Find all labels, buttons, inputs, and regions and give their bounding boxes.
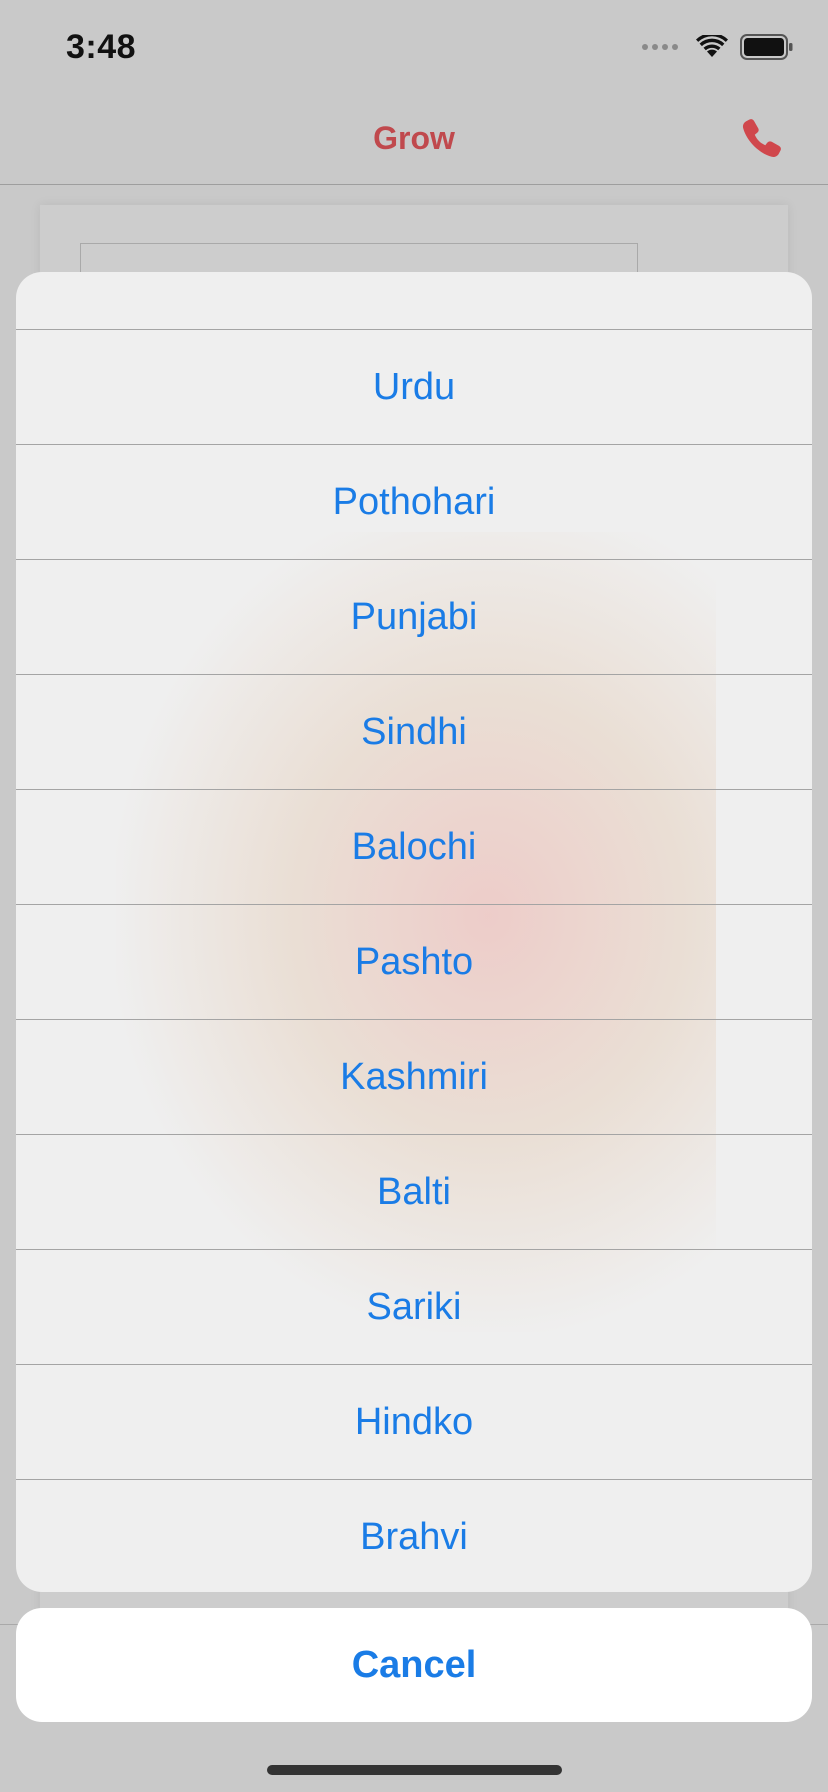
cancel-button[interactable]: Cancel bbox=[16, 1608, 812, 1722]
status-bar: 3:48 bbox=[0, 0, 828, 100]
option-urdu[interactable]: Urdu bbox=[16, 330, 812, 445]
action-sheet-header bbox=[16, 272, 812, 330]
wifi-icon bbox=[696, 35, 728, 57]
option-balochi[interactable]: Balochi bbox=[16, 790, 812, 905]
phone-icon[interactable] bbox=[740, 116, 784, 160]
option-brahvi[interactable]: Brahvi bbox=[16, 1480, 812, 1592]
nav-bar: Grow bbox=[0, 100, 828, 185]
battery-icon bbox=[740, 34, 793, 60]
home-indicator[interactable] bbox=[267, 1765, 562, 1775]
screen: 3:48 Grow Urdu Pothohari Punjabi Sindhi … bbox=[0, 0, 828, 1792]
option-sariki[interactable]: Sariki bbox=[16, 1250, 812, 1365]
option-punjabi[interactable]: Punjabi bbox=[16, 560, 812, 675]
status-icons bbox=[642, 34, 794, 60]
option-kashmiri[interactable]: Kashmiri bbox=[16, 1020, 812, 1135]
page-title: Grow bbox=[373, 120, 455, 156]
action-sheet: Urdu Pothohari Punjabi Sindhi Balochi Pa… bbox=[16, 272, 812, 1592]
option-pothohari[interactable]: Pothohari bbox=[16, 445, 812, 560]
option-pashto[interactable]: Pashto bbox=[16, 905, 812, 1020]
option-sindhi[interactable]: Sindhi bbox=[16, 675, 812, 790]
status-time: 3:48 bbox=[66, 28, 137, 66]
cellular-signal-icon bbox=[642, 44, 678, 50]
option-hindko[interactable]: Hindko bbox=[16, 1365, 812, 1480]
option-balti[interactable]: Balti bbox=[16, 1135, 812, 1250]
